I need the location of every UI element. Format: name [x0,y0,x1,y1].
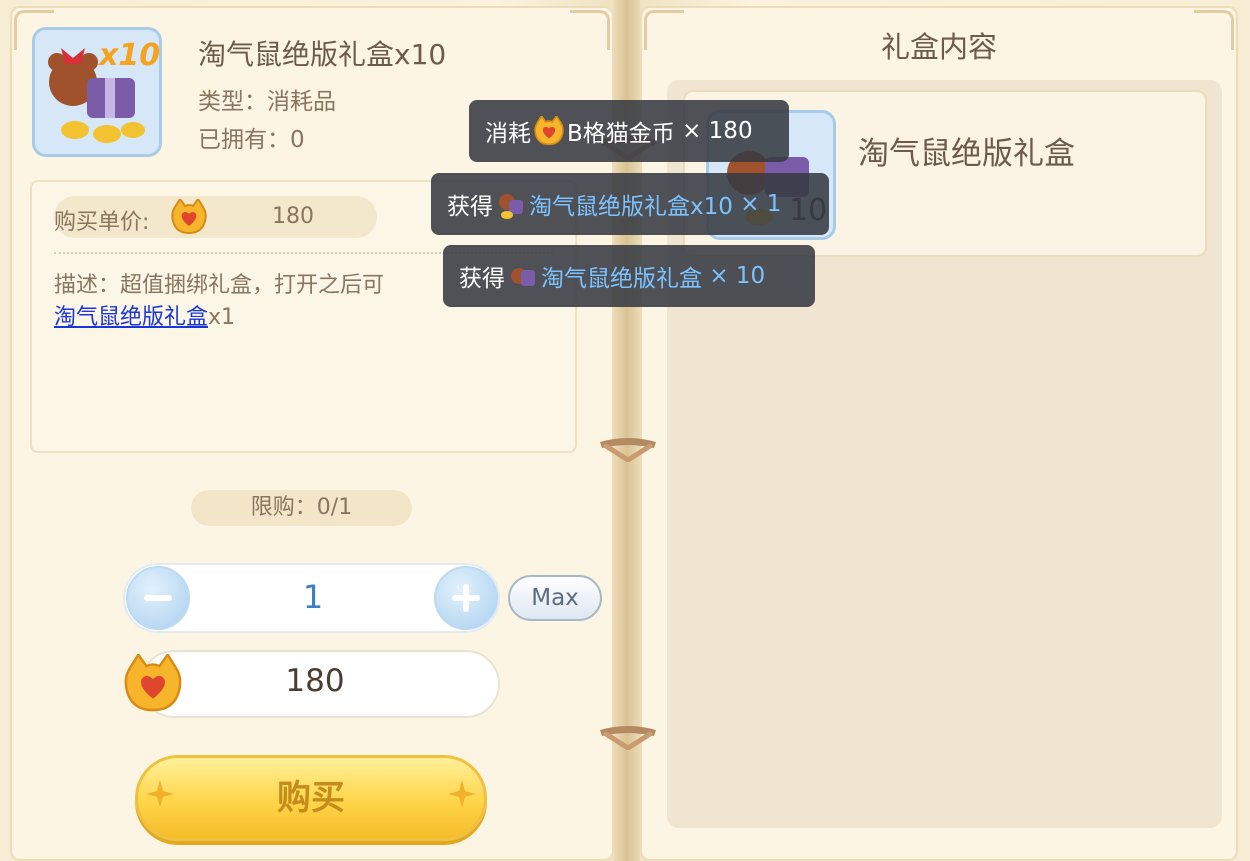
toast-item: 淘气鼠绝版礼盒x10 [529,194,733,220]
cat-coin-icon [534,116,564,146]
toast-prefix: 消耗 [485,121,531,147]
description-body: 描述：超值捆绑礼盒，打开之后可 [54,273,385,298]
minus-icon [144,595,172,601]
toast-obtain-bundle: 获得 淘气鼠绝版礼盒x10 × 1 [431,173,829,235]
sparkle-icon [146,780,174,808]
binder-ring [600,726,656,750]
gift-contents-title: 礼盒内容 [880,30,997,64]
cat-coin-icon [124,654,182,712]
decrease-button[interactable] [126,566,190,630]
corner-ornament [570,10,610,50]
item-owned-count: 已拥有：0 [198,127,305,153]
increase-button[interactable] [434,566,498,630]
buy-button[interactable]: 购买 [135,755,487,841]
toast-consume: 消耗 B格猫金币 × 180 [469,100,789,162]
price-label: 购买单价: [54,210,150,235]
description-suffix: x1 [208,305,236,330]
gift-box-icon [511,268,535,286]
toast-obtain-item: 获得 淘气鼠绝版礼盒 × 10 [443,245,815,307]
toast-prefix: 获得 [459,266,505,292]
sparkle-icon [448,780,476,808]
toast-prefix: 获得 [447,194,493,220]
content-item-name: 淘气鼠绝版礼盒 [858,136,1075,172]
toast-qty: × 1 [740,191,782,217]
price-value: 180 [272,204,314,229]
icon-badge: x10 [99,38,161,73]
binder-ring [600,438,656,462]
quantity-value[interactable]: 1 [200,578,426,616]
gift-box-icon [499,194,523,219]
toast-qty: × 10 [709,263,766,289]
buy-button-label: 购买 [277,778,345,818]
description-link[interactable]: 淘气鼠绝版礼盒 [54,305,208,330]
cat-coin-icon [171,199,207,235]
item-title: 淘气鼠绝版礼盒x10 [198,38,447,71]
purchase-limit: 限购：0/1 [191,490,412,526]
toast-qty: × 180 [682,118,753,144]
toast-item: 淘气鼠绝版礼盒 [541,266,702,292]
plus-icon [452,584,480,612]
item-type: 类型：消耗品 [198,89,336,115]
item-icon: x10 [32,27,162,157]
toast-item: B格猫金币 [567,121,675,147]
max-button[interactable]: Max [508,575,602,621]
total-price-value: 180 [285,663,345,699]
